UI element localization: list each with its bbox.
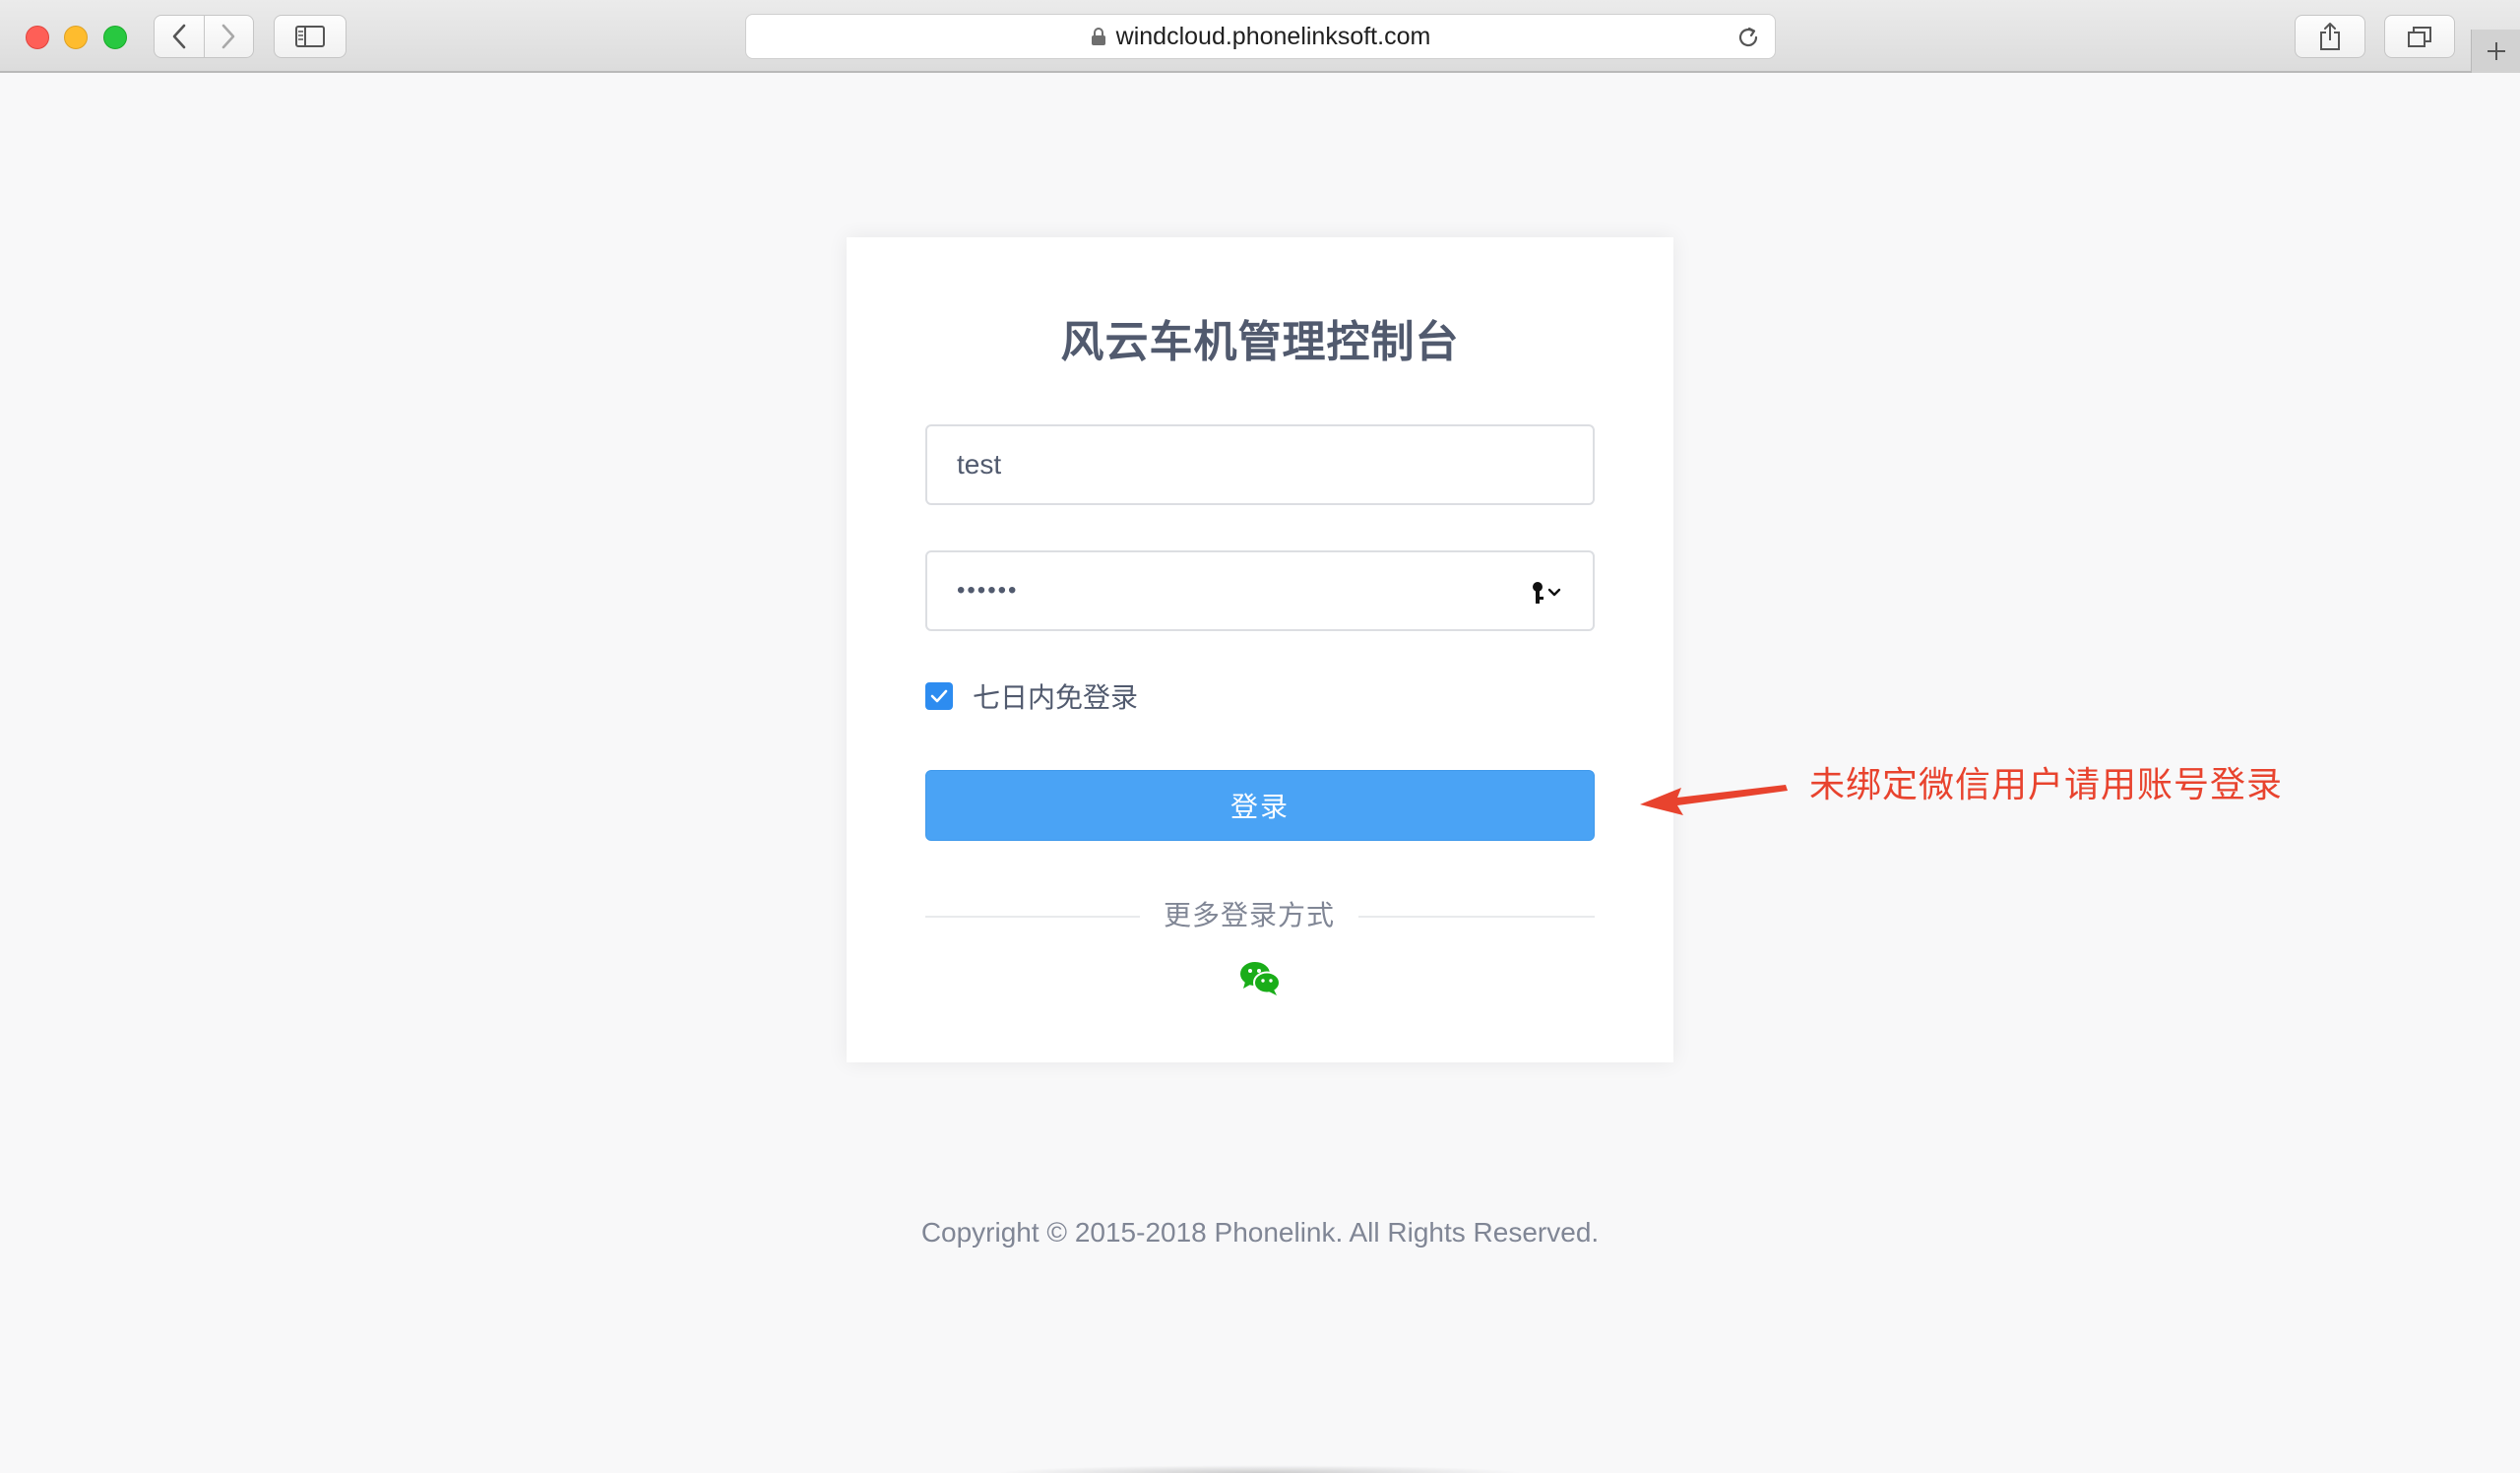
window-maximize-button[interactable] (103, 26, 127, 49)
check-icon (930, 689, 948, 703)
url-text: windcloud.phonelinksoft.com (1115, 22, 1431, 50)
share-icon (2320, 23, 2340, 50)
page-title: 风云车机管理控制台 (1060, 318, 1460, 366)
arrow-icon (1634, 758, 1792, 832)
tabs-icon (2408, 27, 2431, 47)
remember-label: 七日内免登录 (973, 682, 1139, 713)
login-button[interactable]: 登录 (925, 770, 1595, 841)
remember-me[interactable]: 七日内免登录 (925, 676, 1138, 716)
forward-icon (221, 24, 235, 49)
remember-checkbox[interactable] (925, 682, 953, 710)
bottom-shadow (994, 1465, 1526, 1473)
lock-icon (1091, 27, 1106, 46)
new-tab-button[interactable] (2471, 30, 2520, 73)
window-minimize-button[interactable] (64, 26, 88, 49)
password-value: •••••• (957, 577, 1019, 604)
password-input[interactable]: •••••• (925, 550, 1595, 631)
forward-button[interactable] (205, 16, 254, 57)
sidebar-toggle-button[interactable] (274, 15, 346, 58)
back-button[interactable] (155, 16, 205, 57)
wechat-icon[interactable] (1238, 960, 1282, 1002)
username-input[interactable]: test (925, 424, 1595, 505)
reload-icon[interactable] (1735, 25, 1761, 55)
address-bar[interactable]: windcloud.phonelinksoft.com (745, 14, 1776, 59)
back-icon (172, 24, 186, 49)
username-value: test (957, 449, 1002, 480)
share-button[interactable] (2295, 15, 2365, 58)
show-tabs-button[interactable] (2384, 15, 2455, 58)
divider-line-right (1358, 916, 1595, 918)
more-login-text: 更多登录方式 (1163, 900, 1335, 930)
login-card: 风云车机管理控制台 test •••••• 七日内免登录 登录 更多登录方式 (847, 237, 1673, 1062)
window-close-button[interactable] (26, 26, 49, 49)
divider-line-left (925, 916, 1140, 918)
navigation-buttons (154, 15, 254, 58)
annotation-text: 未绑定微信用户请用账号登录 (1809, 764, 2284, 804)
browser-toolbar: windcloud.phonelinksoft.com (0, 0, 2520, 73)
plus-icon (2487, 42, 2505, 60)
key-icon[interactable] (1530, 580, 1563, 606)
copyright-text: Copyright © 2015-2018 Phonelink. All Rig… (920, 1217, 1600, 1248)
more-login-divider: 更多登录方式 (925, 896, 1595, 935)
sidebar-icon (295, 26, 325, 47)
